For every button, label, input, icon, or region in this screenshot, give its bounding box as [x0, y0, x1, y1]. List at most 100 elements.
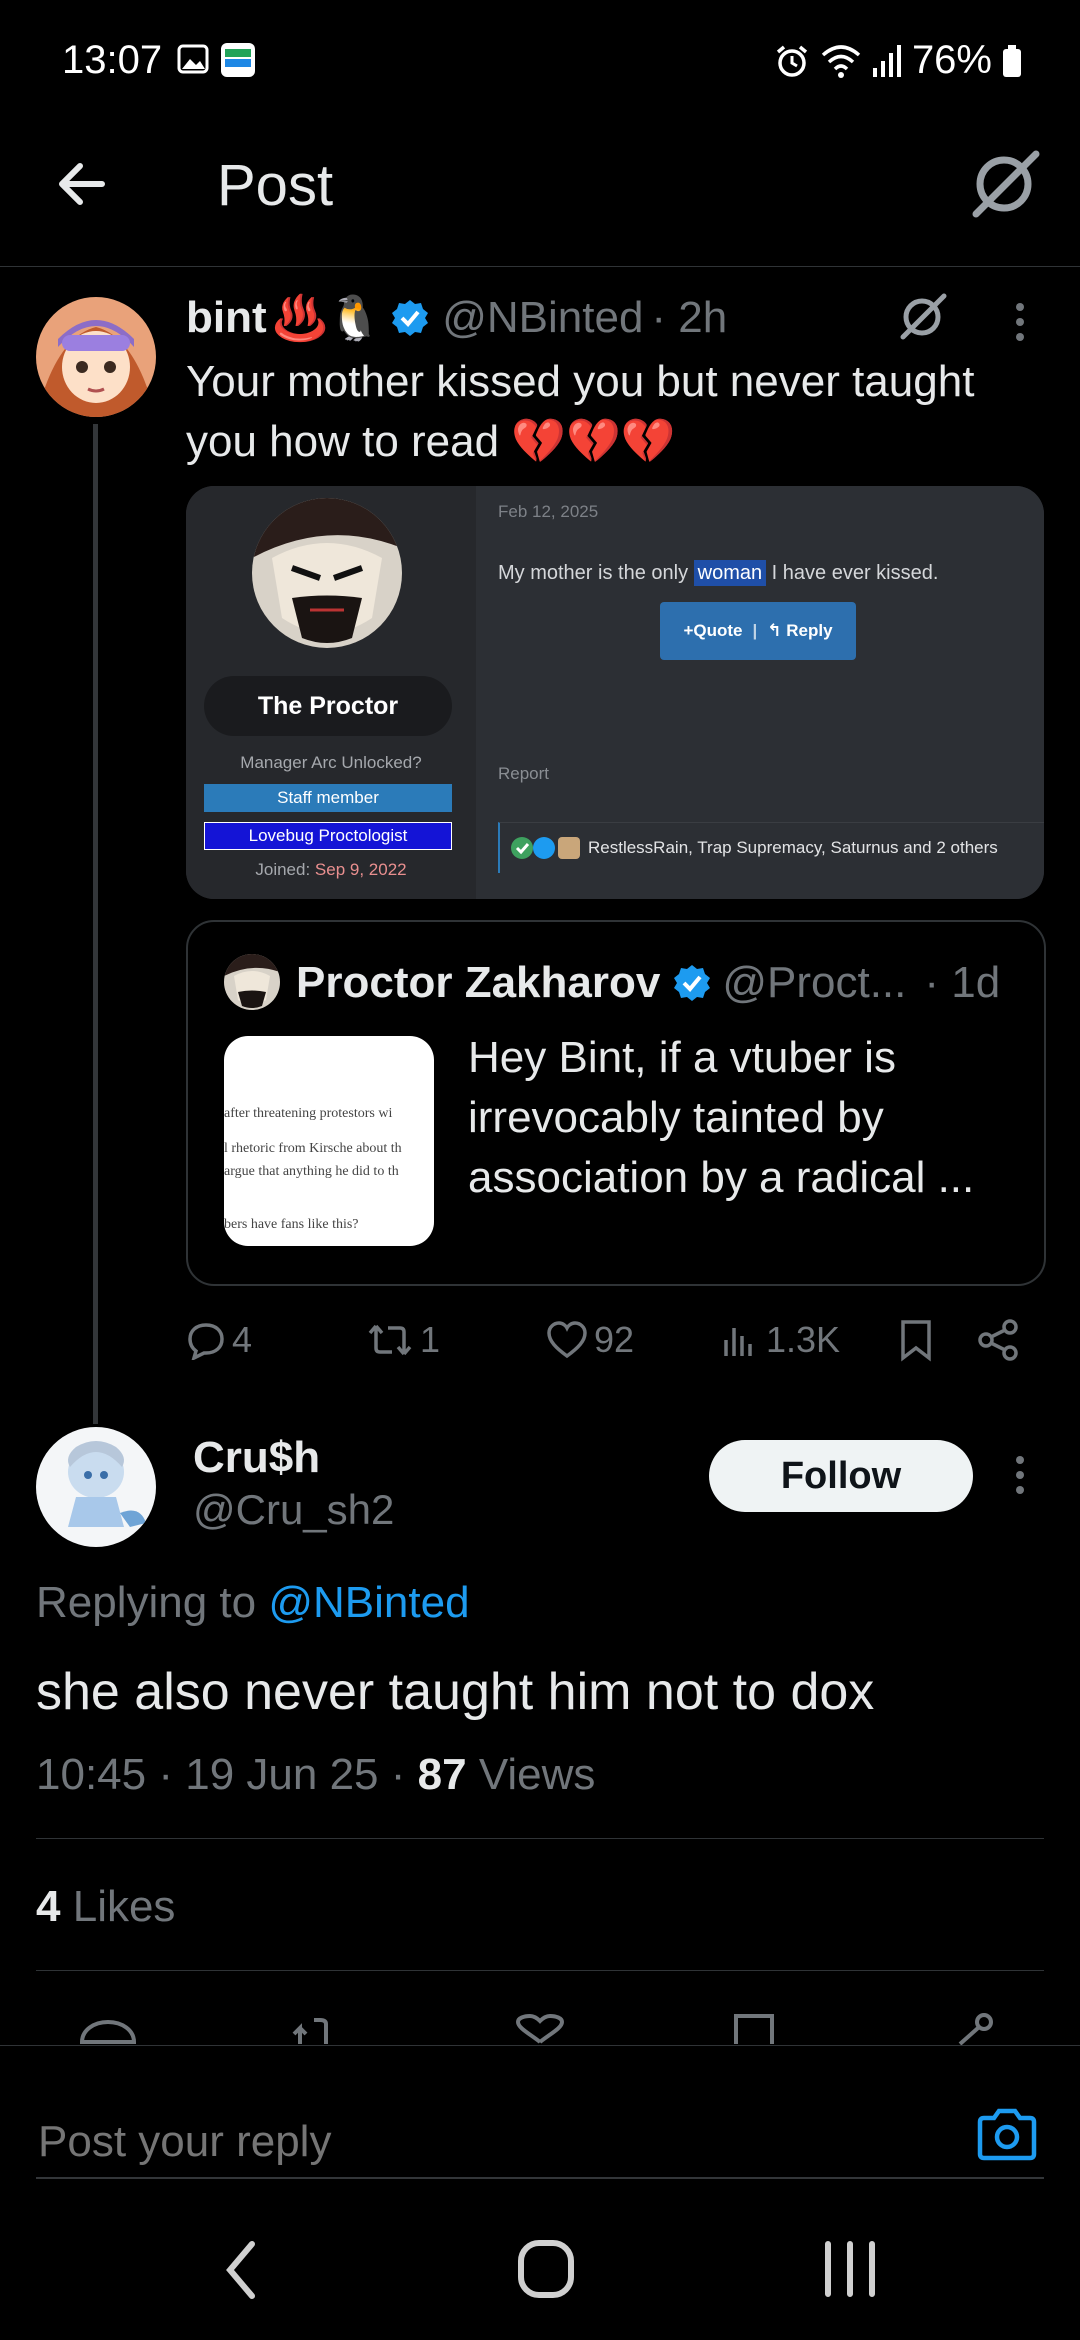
follow-button[interactable]: Follow: [709, 1440, 973, 1512]
thread-line: [93, 424, 98, 1424]
heart-icon: [547, 1321, 587, 1359]
likes-label: Likes: [72, 1882, 176, 1931]
reaction-names: RestlessRain, Trap Supremacy, Saturnus a…: [588, 838, 998, 857]
share-icon: [978, 1319, 1018, 1361]
reply-handle[interactable]: @Cru_sh2: [193, 1486, 394, 1534]
tweet-text: Your mother kissed you but never taught …: [186, 357, 975, 466]
reply-action[interactable]: 4: [186, 1312, 252, 1368]
forum-user-title: Manager Arc Unlocked?: [240, 753, 422, 772]
reply-text: she also never taught him not to dox: [36, 1663, 875, 1721]
meta-divider: [36, 1838, 1044, 1839]
grok-button[interactable]: [968, 148, 1042, 218]
battery-icon: [1003, 44, 1021, 77]
thumb-line: bers have fans like this?: [224, 1217, 359, 1232]
nav-recents-button[interactable]: [820, 2240, 880, 2298]
quoted-tweet[interactable]: Proctor Zakharov @Proct... · 1d after th…: [186, 920, 1046, 1286]
quote-handle: @Proct...: [722, 958, 907, 1007]
quote-avatar: [224, 954, 280, 1010]
more-vertical-icon: [1016, 303, 1024, 341]
tweet-header: bint ♨️🐧 @NBinted · 2h: [186, 292, 727, 344]
repost-count: 1: [420, 1319, 441, 1360]
joined-row: Joined: Sep 9, 2022: [186, 860, 476, 880]
thumb-line: argue that anything he did to th: [224, 1164, 399, 1179]
like-count: 92: [594, 1319, 635, 1360]
bookmark-action[interactable]: [898, 1312, 934, 1368]
staff-tag: Staff member: [204, 784, 452, 812]
quote-thumbnail: after threatening protestors wi l rhetor…: [224, 1036, 434, 1246]
reply-display-name[interactable]: Cru$h: [193, 1433, 320, 1483]
forum-avatar: [252, 498, 402, 648]
chevron-left-icon: [226, 2241, 255, 2299]
composer-divider: [36, 2177, 1044, 2179]
forum-user-panel: The Proctor Manager Arc Unlocked? Staff …: [186, 486, 476, 899]
display-name[interactable]: bint: [186, 293, 267, 343]
share-action[interactable]: [976, 1312, 1020, 1368]
reply-icon: [188, 1323, 224, 1360]
replying-to-link[interactable]: @NBinted: [268, 1578, 469, 1627]
meta-separator: ·: [158, 1750, 186, 1799]
reply-action-row: [0, 2010, 1080, 2045]
views-action[interactable]: 1.3K: [720, 1312, 840, 1368]
forum-report: Report: [498, 764, 550, 783]
camera-button[interactable]: [976, 2106, 1038, 2162]
nav-back-button[interactable]: [222, 2238, 262, 2302]
header-divider: [0, 266, 1080, 267]
reply-popup-btn: ↰ Reply: [767, 621, 833, 640]
arrow-left-icon: [59, 163, 105, 205]
reply-time: 10:45: [36, 1750, 147, 1799]
camera-icon: [977, 2108, 1037, 2161]
joined-date: Sep 9, 2022: [314, 860, 407, 879]
message-highlight: woman: [693, 560, 767, 586]
verified-icon: [674, 965, 711, 1001]
bookmark-icon: [901, 1320, 931, 1362]
name-emojis: ♨️🐧: [272, 294, 383, 343]
thumb-line: l rhetoric from Kirsche about th: [224, 1141, 402, 1156]
more-options-button[interactable]: [1010, 302, 1030, 342]
custom-tag: Lovebug Proctologist: [204, 822, 452, 850]
views-count: 1.3K: [766, 1319, 841, 1360]
media-image[interactable]: The Proctor Manager Arc Unlocked? Staff …: [186, 486, 1044, 899]
reply-input[interactable]: [36, 2116, 940, 2168]
signal-icon: [872, 44, 901, 77]
likes-divider: [36, 1970, 1044, 1971]
forum-username: The Proctor: [204, 676, 452, 736]
quote-popup-btn: +Quote: [683, 621, 743, 640]
tweet-time: · 2h: [651, 293, 728, 342]
thumb-line: after threatening protestors wi: [224, 1106, 393, 1121]
forum-post-panel: Feb 12, 2025 My mother is the only woman…: [476, 486, 1044, 899]
replying-to: Replying to @NBinted: [36, 1578, 470, 1628]
reply-count: 4: [232, 1319, 253, 1360]
reply-meta: 10:45 · 19 Jun 25 · 87 Views: [36, 1750, 595, 1800]
home-icon: [518, 2240, 574, 2298]
likes-count: 4: [36, 1882, 61, 1931]
app-icon: [220, 42, 256, 78]
repost-action[interactable]: 1: [366, 1312, 440, 1368]
user-handle[interactable]: @NBinted: [442, 293, 643, 343]
avatar[interactable]: [36, 297, 156, 417]
reply-avatar[interactable]: [36, 1427, 156, 1547]
page-title: Post: [217, 153, 334, 218]
nav-home-button[interactable]: [516, 2238, 576, 2300]
battery-percent: 76%: [911, 38, 992, 82]
alarm-icon: [776, 45, 808, 77]
like-action[interactable]: 92: [546, 1312, 634, 1368]
recents-icon: [825, 2241, 875, 2297]
grok-explain-button[interactable]: [898, 292, 948, 340]
message-after: I have ever kissed.: [766, 562, 939, 584]
popup-separator: |: [752, 621, 758, 640]
reply-more-options-button[interactable]: [1010, 1455, 1030, 1495]
meta-separator: ·: [390, 1750, 418, 1799]
back-button[interactable]: [52, 154, 112, 214]
likes-summary[interactable]: 4 Likes: [36, 1882, 175, 1932]
system-nav-bar: [0, 2200, 1080, 2340]
quote-header: Proctor Zakharov @Proct... · 1d: [296, 958, 1000, 1008]
reply-views-label: Views: [478, 1750, 596, 1799]
quote-reply-popup: +Quote | ↰ Reply: [660, 602, 856, 660]
reply-views-count: 87: [417, 1750, 467, 1799]
forum-reactions: RestlessRain, Trap Supremacy, Saturnus a…: [498, 822, 1044, 873]
message-before: My mother is the only: [498, 562, 694, 584]
status-time: 13:07: [62, 38, 163, 82]
forum-post-message: My mother is the only woman I have ever …: [498, 560, 939, 586]
quote-time: · 1d: [924, 958, 1001, 1007]
views-icon: [724, 1328, 752, 1356]
